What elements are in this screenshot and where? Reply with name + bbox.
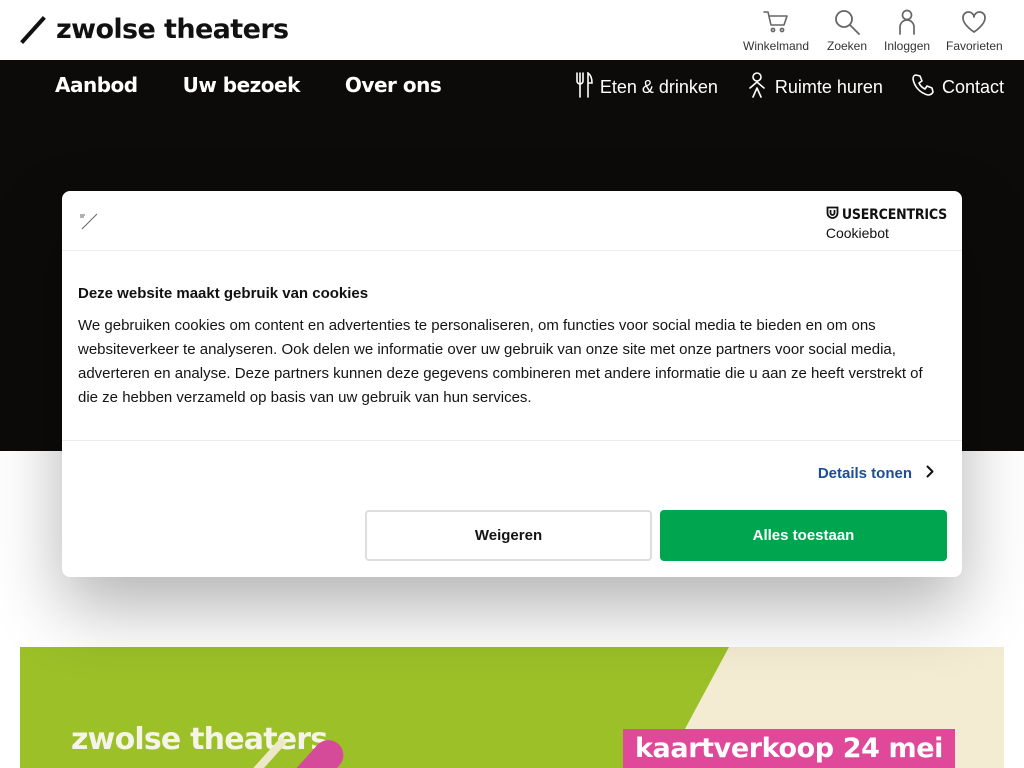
user-icon [898,6,916,38]
banner-sale-badge: kaartverkoop 24 mei [623,729,955,768]
cookiebot-wordmark: Cookiebot [825,225,889,241]
main-nav: Aanbod Uw bezoek Over ons [55,73,442,97]
cookiebot-brand: USERCENTRICS Cookiebot [826,206,947,241]
cart-label: Winkelmand [743,39,810,53]
person-icon [746,72,768,103]
cookie-consent-dialog: USERCENTRICS Cookiebot Deze website maak… [62,191,962,577]
nav-item-aanbod[interactable]: Aanbod [55,73,138,97]
usercentrics-wordmark: USERCENTRICS [841,207,947,223]
favorites-button[interactable]: Favorieten [946,6,1003,53]
chevron-right-icon [926,465,934,482]
dialog-description: We gebruiken cookies om content en adver… [78,317,923,406]
cart-icon [763,6,789,38]
dialog-title: Deze website maakt gebruik van cookies [78,285,369,302]
login-button[interactable]: Inloggen [884,6,930,53]
favorites-label: Favorieten [946,39,1003,53]
search-icon [833,6,861,38]
nav-item-contact[interactable]: Contact [911,73,1004,102]
secondary-nav: Eten & drinken Ruimte huren Contact [575,71,1004,103]
cutlery-icon [575,71,593,103]
nav-item-uw-bezoek[interactable]: Uw bezoek [183,73,301,97]
banner-brand-text: zwolse theaters [71,722,328,757]
logo-text: zwolse theaters [56,14,289,45]
phone-icon [911,73,935,102]
details-label: Details tonen [817,465,912,482]
nav-label-contact: Contact [941,77,1004,97]
login-label: Inloggen [884,39,931,53]
nav-label-eten-drinken: Eten & drinken [599,77,718,97]
allow-all-button[interactable]: Alles toestaan [660,510,947,561]
nav-item-eten-drinken[interactable]: Eten & drinken [575,71,718,103]
site-header: zwolse theaters Winkelmand Zoeken Inlogg… [0,0,1024,60]
heart-icon [961,6,987,38]
logo-slash-icon [20,15,46,45]
search-label: Zoeken [827,39,868,53]
site-logo-small-icon [79,211,99,231]
search-button[interactable]: Zoeken [827,6,867,53]
dialog-header: USERCENTRICS Cookiebot [62,191,962,251]
cart-button[interactable]: Winkelmand [743,6,809,53]
nav-item-over-ons[interactable]: Over ons [345,73,442,97]
details-toggle-link[interactable]: Details tonen [818,465,934,482]
site-logo[interactable]: zwolse theaters [20,14,289,46]
usercentrics-shield-icon [826,206,839,224]
nav-label-ruimte-huren: Ruimte huren [774,77,883,97]
dialog-body: Deze website maakt gebruik van cookies W… [62,251,962,441]
nav-item-ruimte-huren[interactable]: Ruimte huren [746,72,883,103]
promo-banner[interactable]: zwolse theaters kaartverkoop 24 mei [20,647,1004,768]
deny-button[interactable]: Weigeren [365,510,652,561]
